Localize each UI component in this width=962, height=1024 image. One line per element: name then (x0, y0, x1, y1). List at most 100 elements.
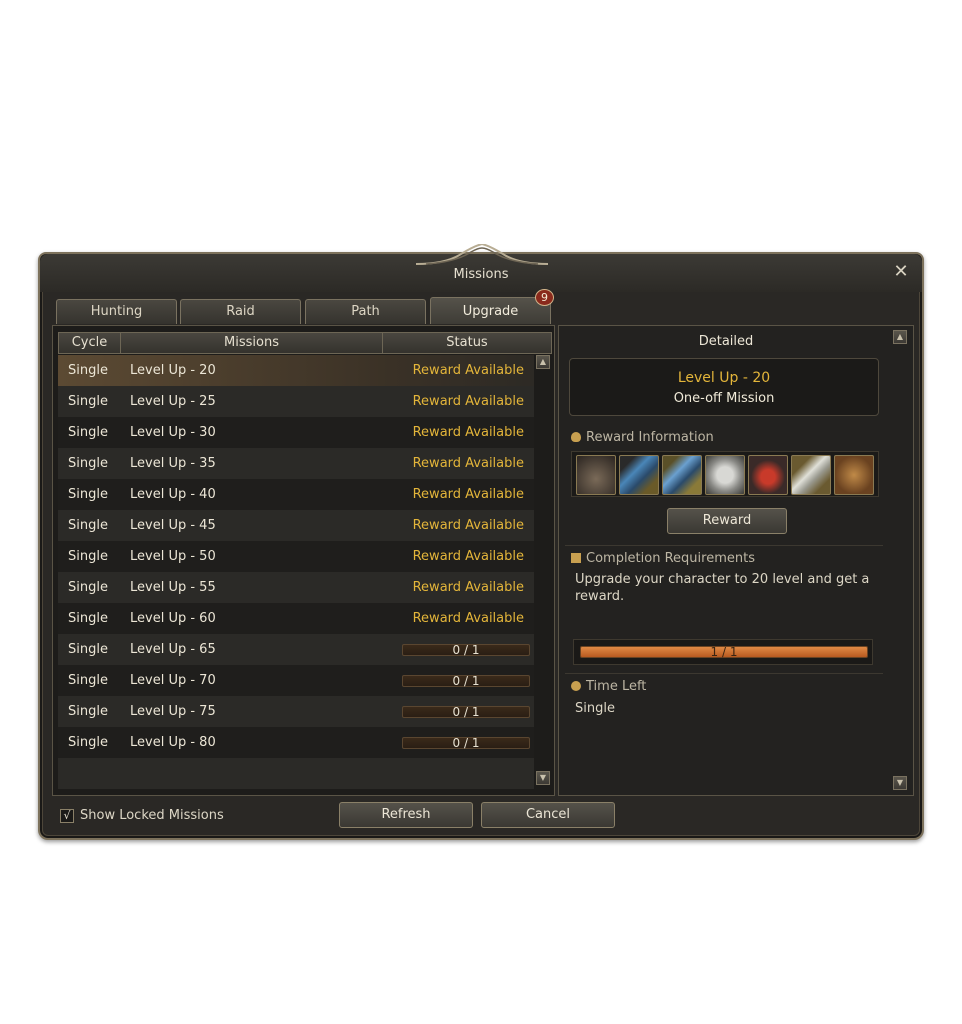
row-cycle: Single (68, 518, 108, 533)
row-cycle: Single (68, 394, 108, 409)
tab-path[interactable]: Path (305, 299, 426, 324)
row-progress-text: 0 / 1 (452, 705, 480, 719)
row-progress-text: 0 / 1 (452, 643, 480, 657)
table-row[interactable]: Single Level Up - 80 0 / 1 (58, 727, 534, 758)
detail-title: Detailed (698, 334, 754, 349)
table-row[interactable]: Single Level Up - 50 Reward Available (58, 541, 534, 572)
list-scrollbar[interactable]: ▲ ▼ (536, 355, 550, 785)
footer: √ Show Locked Missions Refresh Cancel (40, 796, 922, 840)
table-row[interactable]: Single Level Up - 40 Reward Available (58, 479, 534, 510)
row-mission: Level Up - 35 (130, 456, 216, 471)
row-mission: Level Up - 65 (130, 642, 216, 657)
reward-button[interactable]: Reward (667, 508, 787, 534)
row-mission: Level Up - 80 (130, 735, 216, 750)
row-progress-text: 0 / 1 (452, 736, 480, 750)
row-cycle: Single (68, 425, 108, 440)
table-row-empty (58, 758, 534, 789)
close-icon[interactable]: ✕ (892, 263, 910, 281)
progress-bar: 1 / 1 (580, 645, 868, 659)
divider (565, 545, 883, 546)
reward-info-label: Reward Information (586, 430, 714, 445)
tab-raid[interactable]: Raid (180, 299, 301, 324)
row-progress-bar: 0 / 1 (402, 674, 530, 688)
table-row[interactable]: Single Level Up - 45 Reward Available (58, 510, 534, 541)
tab-badge-count: 9 (535, 289, 554, 306)
scroll-icon (571, 553, 581, 563)
leather-bag-icon[interactable] (834, 455, 874, 495)
red-potion-icon[interactable] (748, 455, 788, 495)
time-left-heading: Time Left (571, 679, 646, 694)
row-cycle: Single (68, 704, 108, 719)
row-cycle: Single (68, 549, 108, 564)
table-row[interactable]: Single Level Up - 20 Reward Available (58, 355, 534, 386)
mission-list-panel: Cycle Missions Status Single Level Up - … (52, 325, 555, 796)
table-row[interactable]: Single Level Up - 60 Reward Available (58, 603, 534, 634)
silver-coins-icon[interactable] (705, 455, 745, 495)
reward-info-heading: Reward Information (571, 430, 714, 445)
requirements-label: Completion Requirements (586, 551, 755, 566)
row-mission: Level Up - 20 (130, 363, 216, 378)
row-mission: Level Up - 40 (130, 487, 216, 502)
show-locked-checkbox[interactable]: √ (60, 809, 74, 823)
table-row[interactable]: Single Level Up - 65 0 / 1 (58, 634, 534, 665)
row-progress-bar: 0 / 1 (402, 736, 530, 750)
header-missions[interactable]: Missions (121, 333, 383, 353)
row-cycle: Single (68, 673, 108, 688)
progress-text: 1 / 1 (710, 645, 738, 659)
tab-hunting[interactable]: Hunting (56, 299, 177, 324)
detail-panel: Detailed Level Up - 20 One-off Mission R… (558, 325, 914, 796)
row-status: Reward Available (412, 611, 524, 626)
divider (565, 673, 883, 674)
row-status: Reward Available (412, 363, 524, 378)
missions-window: Missions ✕ Hunting Raid Path Upgrade 9 C… (38, 244, 924, 840)
progress-bar-frame: 1 / 1 (573, 639, 873, 665)
scroll-up-icon[interactable]: ▲ (536, 355, 550, 369)
row-mission: Level Up - 30 (130, 425, 216, 440)
tab-upgrade-label: Upgrade (462, 304, 519, 319)
table-row[interactable]: Single Level Up - 75 0 / 1 (58, 696, 534, 727)
table-row[interactable]: Single Level Up - 35 Reward Available (58, 448, 534, 479)
cancel-button[interactable]: Cancel (481, 802, 615, 828)
scroll-up-icon[interactable]: ▲ (893, 330, 907, 344)
table-row[interactable]: Single Level Up - 55 Reward Available (58, 572, 534, 603)
window-title: Missions (453, 267, 509, 282)
refresh-button[interactable]: Refresh (339, 802, 473, 828)
detail-scrollbar[interactable]: ▲ ▼ (893, 330, 907, 790)
row-cycle: Single (68, 735, 108, 750)
row-mission: Level Up - 45 (130, 518, 216, 533)
crest-ornament (416, 244, 548, 265)
mission-rows: Single Level Up - 20 Reward Available Si… (58, 355, 534, 789)
soulshot-pouch-icon[interactable] (576, 455, 616, 495)
table-row[interactable]: Single Level Up - 30 Reward Available (58, 417, 534, 448)
enchant-scroll-icon[interactable] (662, 455, 702, 495)
row-status: Reward Available (412, 425, 524, 440)
table-row[interactable]: Single Level Up - 25 Reward Available (58, 386, 534, 417)
row-progress-bar: 0 / 1 (402, 705, 530, 719)
time-left-value: Single (575, 701, 615, 716)
row-status: Reward Available (412, 456, 524, 471)
scroll-down-icon[interactable]: ▼ (893, 776, 907, 790)
header-cycle[interactable]: Cycle (59, 333, 121, 353)
mission-name-box: Level Up - 20 One-off Mission (569, 358, 879, 416)
title-bar[interactable]: Missions ✕ (40, 244, 922, 292)
list-header: Cycle Missions Status (58, 332, 552, 354)
row-mission: Level Up - 25 (130, 394, 216, 409)
blue-scroll-icon[interactable] (619, 455, 659, 495)
tab-upgrade[interactable]: Upgrade 9 (430, 289, 554, 324)
row-cycle: Single (68, 580, 108, 595)
row-cycle: Single (68, 642, 108, 657)
show-locked-label[interactable]: Show Locked Missions (80, 808, 224, 823)
header-status[interactable]: Status (383, 333, 551, 353)
scroll-down-icon[interactable]: ▼ (536, 771, 550, 785)
row-mission: Level Up - 75 (130, 704, 216, 719)
mission-name: Level Up - 20 (677, 370, 771, 386)
row-cycle: Single (68, 487, 108, 502)
stopwatch-icon (571, 681, 581, 691)
row-status: Reward Available (412, 394, 524, 409)
row-mission: Level Up - 50 (130, 549, 216, 564)
requirements-heading: Completion Requirements (571, 551, 755, 566)
row-cycle: Single (68, 611, 108, 626)
table-row[interactable]: Single Level Up - 70 0 / 1 (58, 665, 534, 696)
requirements-text: Upgrade your character to 20 level and g… (575, 572, 870, 604)
elixir-vial-icon[interactable] (791, 455, 831, 495)
